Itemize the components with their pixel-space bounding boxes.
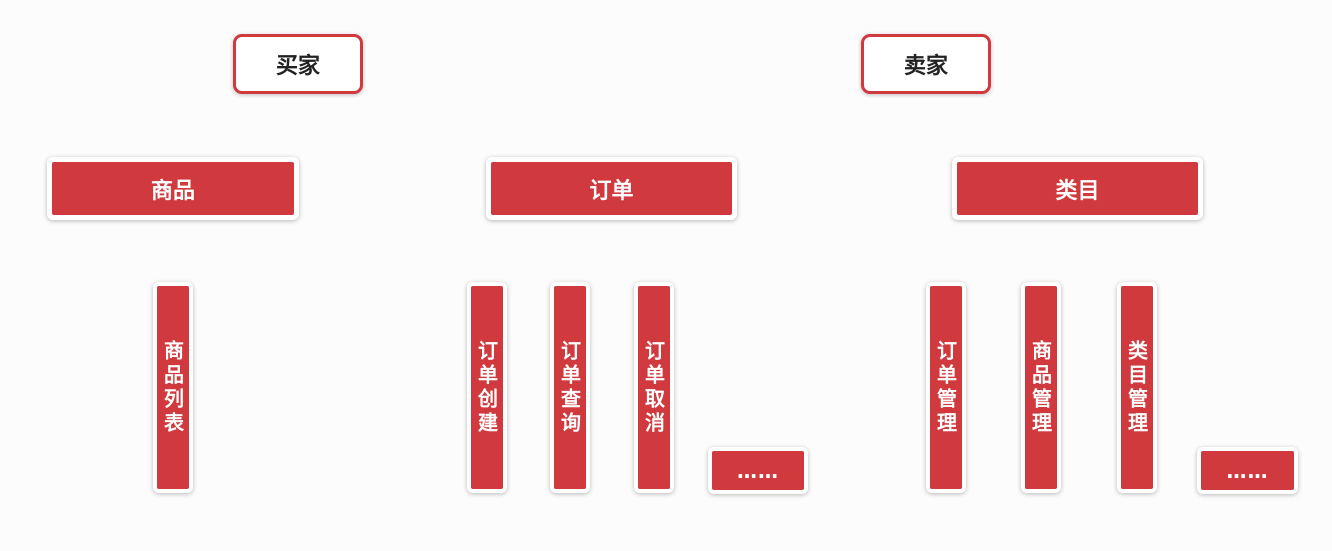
module-category-label: 类目 [957,162,1198,215]
role-buyer: 买家 [233,34,363,94]
feature-order-more: …… [708,447,808,494]
feature-order-create: 订单创建 [467,282,507,493]
feature-product-manage-label: 商品管理 [1025,286,1057,489]
feature-category-more-label: …… [1201,451,1294,490]
feature-product-list-label: 商品列表 [157,286,189,489]
feature-order-cancel: 订单取消 [634,282,674,493]
module-product: 商品 [47,157,299,220]
feature-category-more: …… [1197,447,1298,494]
feature-order-more-label: …… [712,451,804,490]
feature-product-manage: 商品管理 [1021,282,1061,493]
module-category: 类目 [952,157,1203,220]
feature-category-manage-label: 类目管理 [1121,286,1153,489]
feature-category-manage: 类目管理 [1117,282,1157,493]
role-seller: 卖家 [861,34,991,94]
feature-order-cancel-label: 订单取消 [638,286,670,489]
feature-order-query: 订单查询 [550,282,590,493]
module-order: 订单 [486,157,737,220]
feature-order-manage: 订单管理 [926,282,966,493]
feature-order-query-label: 订单查询 [554,286,586,489]
feature-product-list: 商品列表 [153,282,193,493]
diagram-canvas: 买家 卖家 商品 订单 类目 商品列表 订单创建 订单查询 订单取消 …… 订单… [0,0,1332,551]
module-order-label: 订单 [491,162,732,215]
module-product-label: 商品 [52,162,294,215]
feature-order-create-label: 订单创建 [471,286,503,489]
feature-order-manage-label: 订单管理 [930,286,962,489]
